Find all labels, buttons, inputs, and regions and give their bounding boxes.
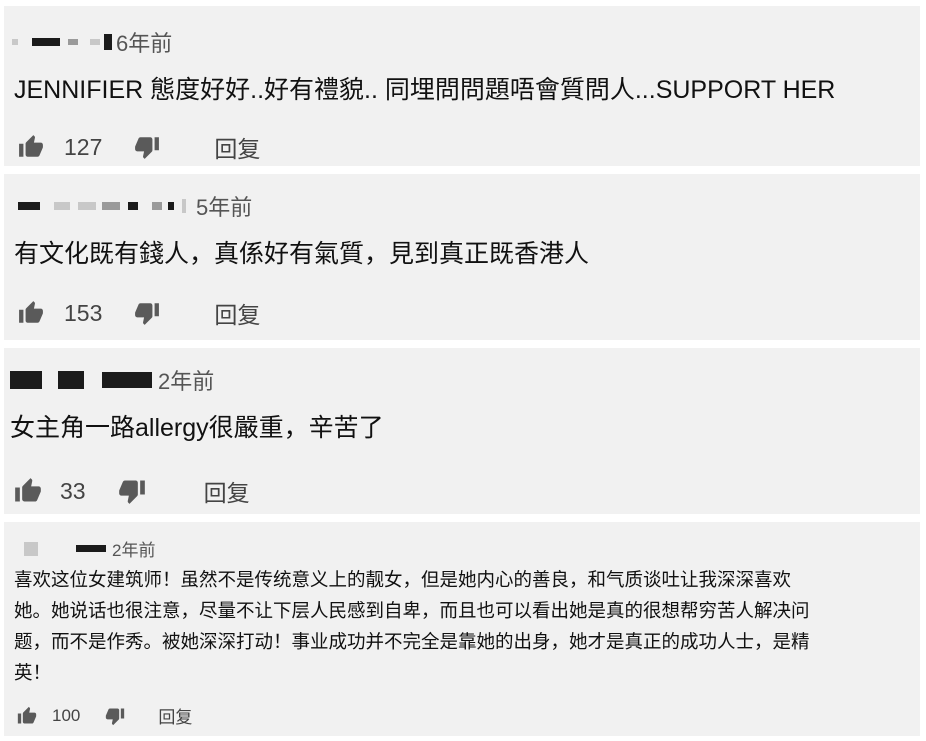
thumbs-up-icon[interactable] <box>12 477 44 505</box>
thumbs-up-icon[interactable] <box>16 300 46 326</box>
redacted-username <box>102 202 120 210</box>
comment-timestamp[interactable]: 2年前 <box>112 536 155 561</box>
comment-card: 6年前 JENNIFIER 態度好好..好有禮貌.. 同埋問問題唔會質問人...… <box>4 6 920 166</box>
redacted-username <box>182 199 186 213</box>
redacted-username <box>32 38 60 46</box>
thumbs-down-icon[interactable] <box>104 706 126 726</box>
like-count: 33 <box>60 477 86 504</box>
comment-card: 5年前 有文化既有錢人，真係好有氣質，見到真正既香港人 153 回复 <box>4 174 920 340</box>
redacted-username <box>168 202 174 210</box>
comment-author[interactable]: 2年前 <box>10 364 214 396</box>
redacted-username <box>102 372 152 388</box>
comment-actions: 33 回复 <box>12 474 250 508</box>
reply-button[interactable]: 回复 <box>214 296 260 330</box>
comment-author[interactable]: 2年前 <box>24 536 155 561</box>
comment-author[interactable]: 6年前 <box>12 26 172 58</box>
comment-text-line: 喜欢这位女建筑师！虽然不是传统意义上的靓女，但是她内心的善良，和气质谈吐让我深深… <box>14 569 792 590</box>
like-count: 153 <box>64 299 103 326</box>
comment-actions: 100 回复 <box>16 703 192 728</box>
comment-actions: 127 回复 <box>16 130 260 164</box>
redacted-username <box>10 371 42 389</box>
redacted-username <box>24 541 38 556</box>
redacted-username <box>78 202 96 210</box>
comment-text: 女主角一路allergy很嚴重，辛苦了 <box>10 414 384 442</box>
thumbs-down-icon[interactable] <box>116 477 148 505</box>
comment-actions: 153 回复 <box>16 296 260 330</box>
redacted-username <box>104 34 112 50</box>
reply-button[interactable]: 回复 <box>204 474 250 508</box>
reply-button[interactable]: 回复 <box>214 130 260 164</box>
thumbs-down-icon[interactable] <box>132 134 162 160</box>
comment-timestamp[interactable]: 5年前 <box>196 190 252 222</box>
comment-text: JENNIFIER 態度好好..好有禮貌.. 同埋問問題唔會質問人...SUPP… <box>14 76 836 104</box>
comment-card: 2年前 女主角一路allergy很嚴重，辛苦了 33 回复 <box>4 348 920 514</box>
comment-text-line: 题，而不是作秀。被她深深打动！事业成功并不完全是靠她的出身，她才是真正的成功人士… <box>14 631 810 652</box>
comment-text: 喜欢这位女建筑师！虽然不是传统意义上的靓女，但是她内心的善良，和气质谈吐让我深深… <box>14 564 914 688</box>
comment-timestamp[interactable]: 6年前 <box>116 26 172 58</box>
thumbs-up-icon[interactable] <box>16 134 46 160</box>
redacted-username <box>128 202 138 210</box>
redacted-username <box>18 202 40 210</box>
redacted-username <box>54 202 70 210</box>
comment-text-line: 她。她说话也很注意，尽量不让下层人民感到自卑，而且也可以看出她是真的很想帮穷苦人… <box>14 600 810 621</box>
redacted-username <box>90 39 100 45</box>
like-count: 127 <box>64 133 103 160</box>
thumbs-up-icon[interactable] <box>16 706 38 726</box>
redacted-username <box>76 545 106 552</box>
comment-timestamp[interactable]: 2年前 <box>158 364 214 396</box>
comment-author[interactable]: 5年前 <box>18 190 252 222</box>
redacted-username <box>58 371 84 389</box>
redacted-username <box>12 39 18 45</box>
comment-card: 2年前 喜欢这位女建筑师！虽然不是传统意义上的靓女，但是她内心的善良，和气质谈吐… <box>4 522 920 736</box>
thumbs-down-icon[interactable] <box>132 300 162 326</box>
like-count: 100 <box>52 705 81 725</box>
redacted-username <box>68 39 78 45</box>
reply-button[interactable]: 回复 <box>158 703 192 728</box>
redacted-username <box>152 202 162 210</box>
comment-text-line: 英！ <box>14 662 52 683</box>
comment-text: 有文化既有錢人，真係好有氣質，見到真正既香港人 <box>14 240 590 268</box>
